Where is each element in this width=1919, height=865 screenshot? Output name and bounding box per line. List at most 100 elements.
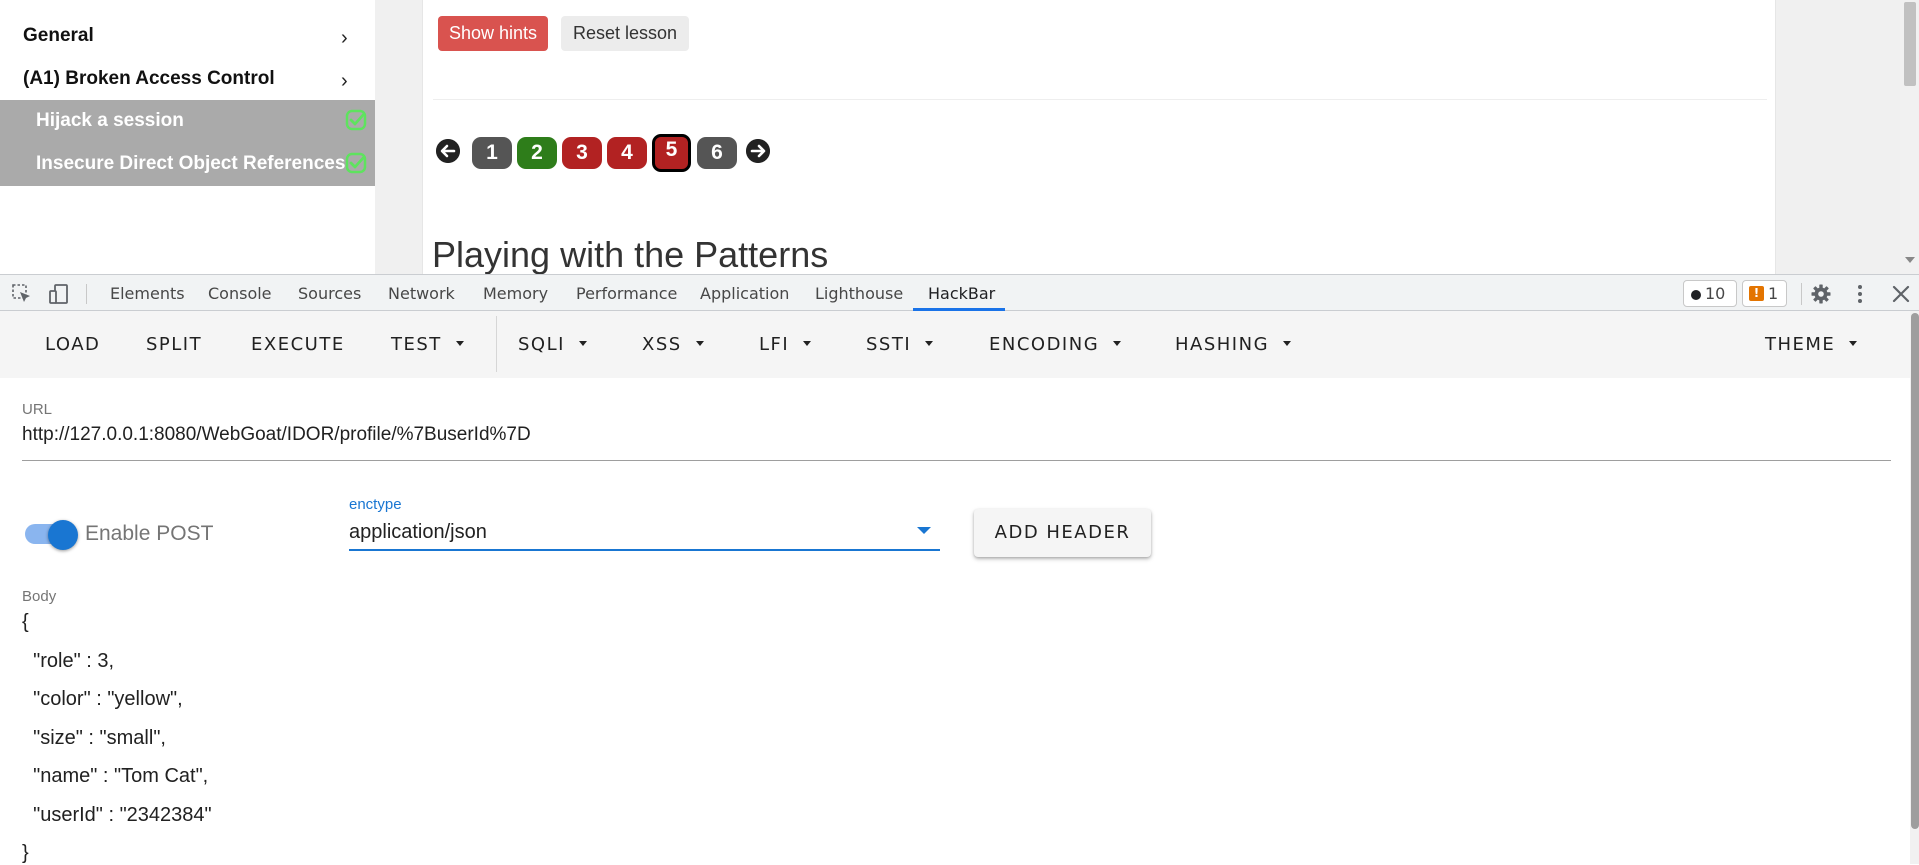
page-scrollbar[interactable] — [1900, 0, 1919, 274]
body-line: "size" : "small", — [22, 727, 166, 749]
inspect-element-icon[interactable] — [11, 283, 33, 305]
body-label: Body — [22, 588, 57, 605]
caret-down-icon — [455, 340, 464, 346]
body-line: "role" : 3, — [22, 650, 115, 672]
error-count-badge[interactable]: 10 — [1683, 280, 1737, 307]
tab-network[interactable]: Network — [388, 284, 455, 303]
settings-gear-icon[interactable] — [1810, 283, 1832, 305]
check-icon — [345, 152, 367, 174]
body-line: } — [22, 842, 29, 864]
lesson-sidebar: General › (A1) Broken Access Control › H… — [0, 0, 375, 274]
sidebar-item-idor[interactable]: Insecure Direct Object References — [0, 143, 375, 186]
sqli-menu-label: SQLI — [518, 334, 565, 355]
lesson-step-6[interactable]: 6 — [697, 137, 737, 169]
tab-console[interactable]: Console — [208, 284, 272, 303]
dropdown-arrow-icon[interactable] — [917, 527, 931, 534]
hackbar-scrollbar[interactable] — [1910, 311, 1919, 864]
error-dot-icon — [1691, 290, 1701, 300]
lesson-step-2[interactable]: 2 — [517, 137, 557, 169]
caret-down-icon — [1113, 340, 1122, 346]
caret-down-icon — [1283, 340, 1292, 346]
lfi-menu-button[interactable]: LFI — [759, 334, 812, 355]
tab-performance[interactable]: Performance — [576, 284, 677, 303]
add-header-button[interactable]: ADD HEADER — [974, 509, 1151, 557]
warning-icon: ! — [1749, 286, 1764, 301]
caret-down-icon — [925, 340, 934, 346]
arrow-left-icon[interactable] — [436, 139, 460, 163]
caret-down-icon — [695, 340, 704, 346]
caret-down-icon — [803, 340, 812, 346]
enable-post-label: Enable POST — [85, 522, 214, 545]
toolbar-divider — [496, 316, 497, 372]
show-hints-button[interactable]: Show hints — [438, 16, 548, 51]
lesson-step-3[interactable]: 3 — [562, 137, 602, 169]
toolbar-divider — [86, 284, 87, 304]
split-button[interactable]: SPLIT — [146, 334, 202, 355]
test-menu-label: TEST — [391, 334, 442, 355]
hashing-menu-button[interactable]: HASHING — [1175, 334, 1292, 355]
test-menu-button[interactable]: TEST — [391, 334, 464, 355]
caret-down-icon — [1849, 340, 1858, 346]
url-label: URL — [22, 401, 53, 418]
warning-count: 1 — [1768, 284, 1779, 303]
sidebar-item-hijack-session[interactable]: Hijack a session — [0, 100, 375, 143]
url-input[interactable]: http://127.0.0.1:8080/WebGoat/IDOR/profi… — [22, 424, 531, 446]
hashing-menu-label: HASHING — [1175, 334, 1270, 355]
webgoat-page: General › (A1) Broken Access Control › H… — [0, 0, 1919, 275]
lesson-title: Playing with the Patterns — [432, 234, 829, 275]
chevron-right-icon: › — [341, 27, 348, 49]
sidebar-item-label: Hijack a session — [36, 110, 184, 131]
encoding-menu-label: ENCODING — [989, 334, 1100, 355]
sidebar-category-label: (A1) Broken Access Control — [23, 68, 275, 89]
enctype-label: enctype — [349, 496, 402, 513]
body-line: { — [22, 611, 29, 633]
load-button[interactable]: LOAD — [45, 334, 100, 355]
enctype-underline — [349, 549, 940, 551]
tab-lighthouse[interactable]: Lighthouse — [815, 284, 903, 303]
tab-sources[interactable]: Sources — [298, 284, 361, 303]
enctype-select[interactable]: application/json — [349, 521, 487, 544]
encoding-menu-button[interactable]: ENCODING — [989, 334, 1122, 355]
scrollbar-thumb[interactable] — [1911, 313, 1919, 829]
scroll-down-icon[interactable] — [1905, 257, 1915, 263]
tab-elements[interactable]: Elements — [110, 284, 185, 303]
url-input-underline — [22, 460, 1891, 461]
theme-menu-label: THEME — [1765, 334, 1836, 355]
tab-memory[interactable]: Memory — [483, 284, 548, 303]
scrollbar-thumb[interactable] — [1904, 2, 1916, 86]
more-options-icon[interactable] — [1849, 283, 1871, 305]
check-icon — [345, 109, 367, 131]
sqli-menu-button[interactable]: SQLI — [518, 334, 587, 355]
lesson-step-4[interactable]: 4 — [607, 137, 647, 169]
theme-menu-button[interactable]: THEME — [1765, 334, 1858, 355]
chevron-right-icon: › — [341, 70, 348, 92]
execute-button[interactable]: EXECUTE — [251, 334, 345, 355]
lesson-content: Show hints Reset lesson 1 2 3 4 5 6 Play… — [422, 0, 1776, 275]
arrow-right-icon[interactable] — [746, 139, 770, 163]
enable-post-toggle[interactable] — [48, 520, 78, 550]
sidebar-category-broken-access-control[interactable]: (A1) Broken Access Control › — [0, 59, 375, 101]
tab-application[interactable]: Application — [700, 284, 789, 303]
sidebar-category-general[interactable]: General › — [0, 16, 375, 58]
toolbar-divider — [1801, 283, 1802, 305]
device-toolbar-icon[interactable] — [48, 283, 70, 305]
body-line: "userId" : "2342384" — [22, 804, 212, 826]
lesson-step-5[interactable]: 5 — [652, 134, 691, 172]
sidebar-item-label: Insecure Direct Object References — [36, 153, 346, 174]
sidebar-category-label: General — [23, 25, 94, 46]
reset-lesson-button[interactable]: Reset lesson — [561, 16, 689, 51]
body-line: "name" : "Tom Cat", — [22, 765, 209, 787]
lfi-menu-label: LFI — [759, 334, 790, 355]
ssti-menu-button[interactable]: SSTI — [866, 334, 934, 355]
error-count: 10 — [1705, 284, 1726, 303]
ssti-menu-label: SSTI — [866, 334, 912, 355]
xss-menu-button[interactable]: XSS — [642, 334, 704, 355]
xss-menu-label: XSS — [642, 334, 682, 355]
divider — [433, 99, 1767, 100]
warning-count-badge[interactable]: ! 1 — [1742, 280, 1787, 307]
close-icon[interactable] — [1890, 283, 1912, 305]
tab-hackbar[interactable]: HackBar — [928, 284, 995, 303]
devtools-tab-bar: Elements Console Sources Network Memory … — [0, 274, 1919, 311]
lesson-step-1[interactable]: 1 — [472, 137, 512, 169]
hackbar-toolbar: LOAD SPLIT EXECUTE TEST SQLI XSS LFI SST… — [0, 311, 1910, 378]
